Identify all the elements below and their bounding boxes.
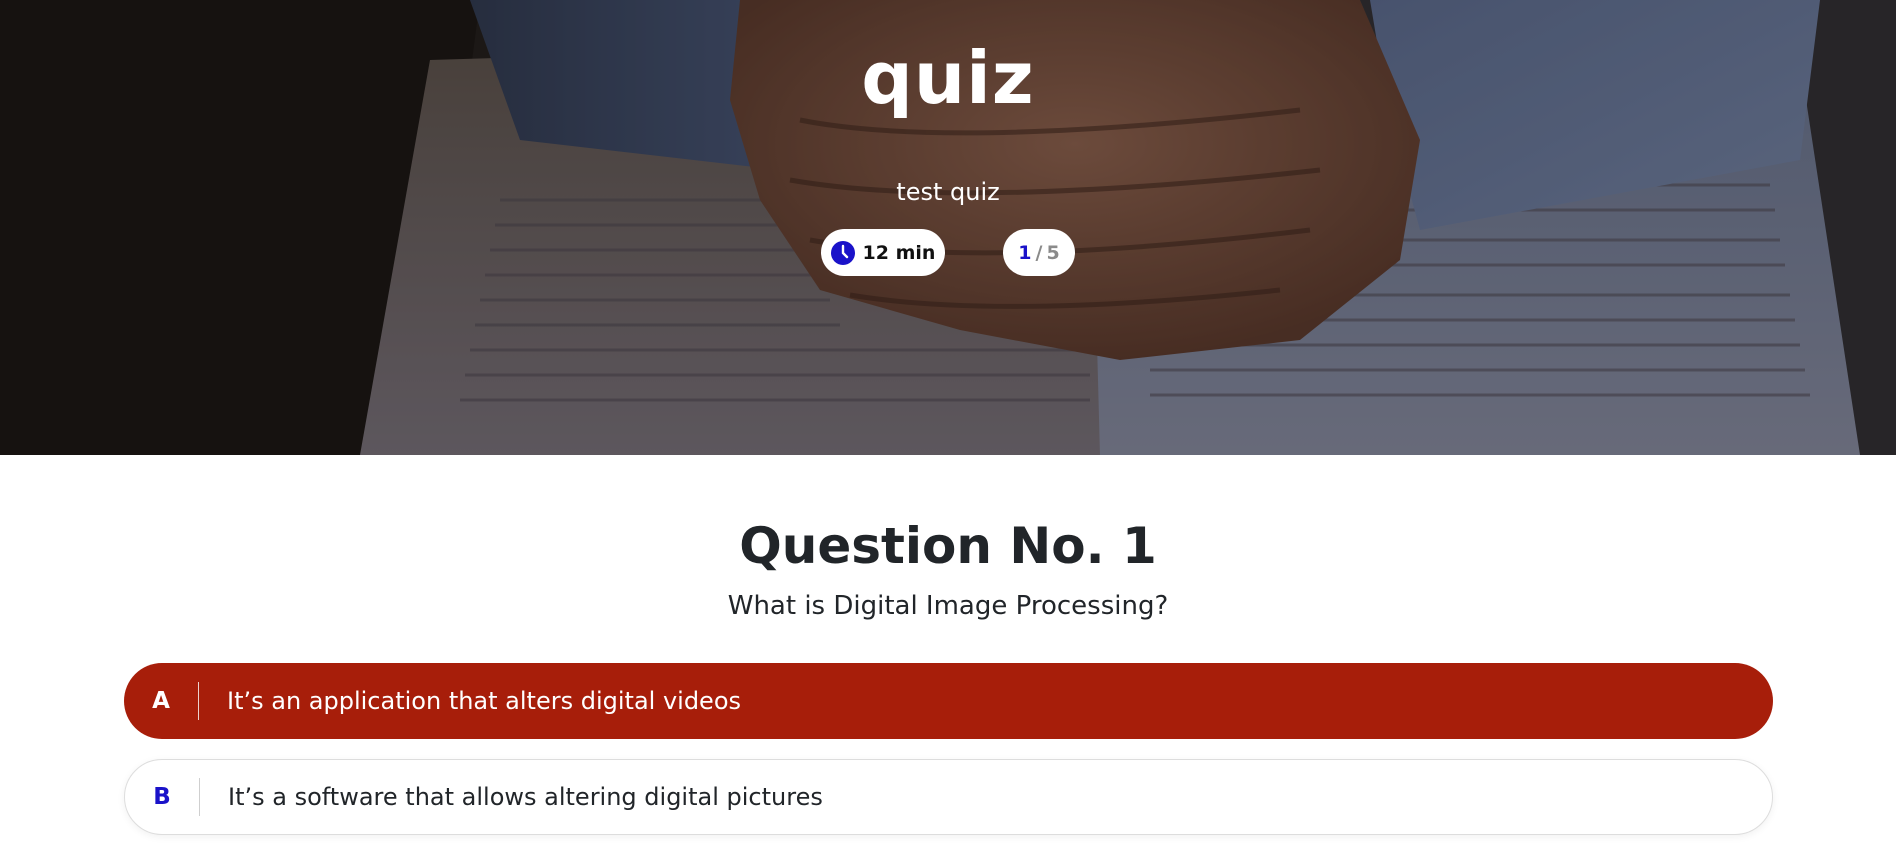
progress-separator: / [1035, 241, 1043, 264]
quiz-header-banner: quiz test quiz 12 min 1 / 5 [0, 0, 1896, 455]
option-letter: B [153, 784, 171, 810]
question-progress-badge: 1 / 5 [1003, 229, 1075, 276]
timer-label: 12 min [862, 241, 936, 264]
option-letter: A [152, 688, 170, 714]
answer-option-b[interactable]: B It’s a software that allows altering d… [124, 759, 1773, 835]
option-divider [198, 682, 199, 720]
option-divider [199, 778, 200, 816]
progress-current: 1 [1018, 241, 1032, 264]
timer-badge: 12 min [821, 229, 945, 276]
progress-total: 5 [1046, 241, 1060, 264]
option-text: It’s an application that alters digital … [227, 687, 742, 715]
answer-option-a[interactable]: A It’s an application that alters digita… [124, 663, 1773, 739]
question-number-heading: Question No. 1 [739, 517, 1157, 575]
quiz-title: quiz [861, 36, 1035, 120]
option-text: It’s a software that allows altering dig… [228, 783, 823, 811]
quiz-subtitle: test quiz [896, 178, 1000, 206]
question-text: What is Digital Image Processing? [727, 591, 1169, 621]
clock-icon [830, 240, 855, 265]
